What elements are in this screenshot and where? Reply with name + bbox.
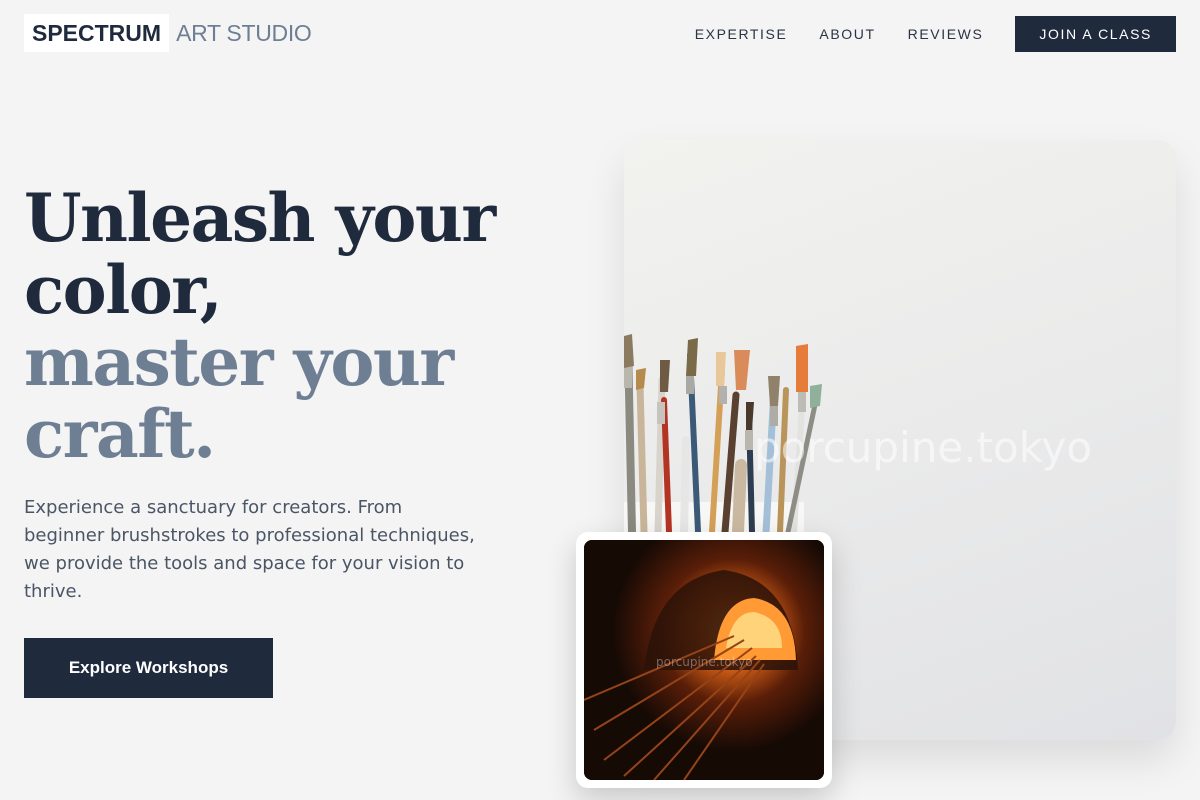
hero-title-line-4: craft.: [24, 395, 216, 473]
logo-name: SPECTRUM: [24, 14, 170, 52]
main-nav: EXPERTISE ABOUT REVIEWS JOIN A CLASS: [695, 16, 1176, 52]
logo[interactable]: SPECTRUM ART STUDIO: [24, 14, 312, 52]
kiln-fire-illustration: porcupine.tokyo: [584, 540, 824, 780]
join-class-button[interactable]: JOIN A CLASS: [1015, 16, 1176, 52]
hero-title-line-1: Unleash your: [24, 179, 496, 257]
hero-title-line-3: master your: [24, 323, 454, 401]
kiln-photo: porcupine.tokyo: [584, 540, 824, 780]
kiln-photo-card: porcupine.tokyo: [576, 532, 832, 788]
hero-title-line-2: color,: [24, 251, 223, 329]
nav-link-reviews[interactable]: REVIEWS: [908, 26, 984, 42]
small-image-watermark: porcupine.tokyo: [656, 655, 753, 669]
hero-description: Experience a sanctuary for creators. Fro…: [24, 497, 475, 602]
nav-link-about[interactable]: ABOUT: [819, 26, 875, 42]
site-header: SPECTRUM ART STUDIO EXPERTISE ABOUT REVI…: [0, 0, 1200, 68]
explore-workshops-button[interactable]: Explore Workshops: [24, 638, 273, 698]
hero-title: Unleash your color, master your craft.: [24, 182, 544, 470]
logo-suffix: ART STUDIO: [176, 19, 312, 46]
nav-link-expertise[interactable]: EXPERTISE: [695, 26, 788, 42]
main-image-watermark: porcupine.tokyo: [754, 423, 1092, 472]
